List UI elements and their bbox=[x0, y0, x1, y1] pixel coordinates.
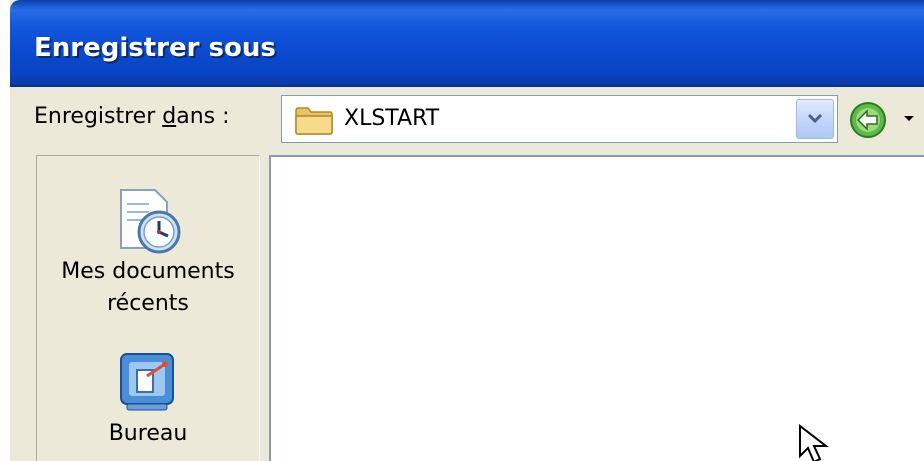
save-in-dropdown[interactable]: XLSTART bbox=[281, 95, 838, 143]
places-item-recent[interactable]: Mes documents récents bbox=[37, 186, 259, 320]
recent-documents-icon bbox=[120, 189, 181, 254]
dropdown-button[interactable] bbox=[796, 99, 834, 139]
places-label-desktop: Bureau bbox=[108, 421, 188, 446]
mouse-cursor-icon bbox=[799, 424, 829, 461]
folder-icon bbox=[295, 107, 333, 135]
chevron-down-icon bbox=[807, 113, 823, 124]
places-label-recent-2: récents bbox=[107, 291, 189, 316]
save-as-dialog: Enregistrer sous Enregistrer dans : XLST… bbox=[10, 0, 924, 461]
desktop-icon bbox=[120, 353, 174, 411]
places-item-desktop[interactable]: Bureau bbox=[37, 348, 259, 450]
file-list-view[interactable] bbox=[269, 155, 924, 461]
back-history-caret-icon[interactable] bbox=[902, 114, 916, 124]
dialog-title: Enregistrer sous bbox=[34, 33, 276, 63]
save-in-value: XLSTART bbox=[344, 106, 440, 131]
places-label-recent: Mes documents bbox=[61, 259, 235, 284]
save-in-label: Enregistrer dans : bbox=[34, 104, 230, 129]
title-bar[interactable]: Enregistrer sous bbox=[10, 0, 924, 87]
back-arrow-icon[interactable] bbox=[848, 100, 888, 140]
places-bar: Mes documents récents Bureau bbox=[36, 155, 260, 461]
